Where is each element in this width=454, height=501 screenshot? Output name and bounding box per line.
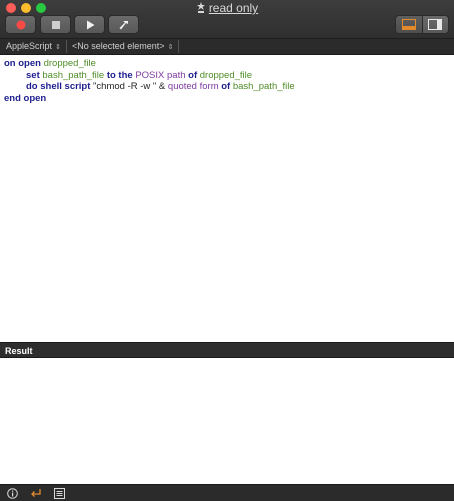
language-popup[interactable]: AppleScript ⇕ bbox=[6, 40, 61, 53]
code-line: end open bbox=[4, 92, 47, 104]
navbar-divider bbox=[66, 40, 67, 53]
bottom-pane-view-icon bbox=[401, 19, 416, 30]
compile-button[interactable] bbox=[108, 15, 139, 34]
element-label: <No selected element> bbox=[72, 41, 165, 51]
hammer-icon bbox=[119, 20, 128, 29]
result-pane[interactable] bbox=[0, 358, 454, 484]
navbar-divider bbox=[178, 40, 179, 53]
window-toolbar: read only bbox=[0, 0, 454, 39]
language-label: AppleScript bbox=[6, 41, 53, 51]
stop-button[interactable] bbox=[40, 15, 71, 34]
return-arrow-icon bbox=[31, 488, 41, 497]
view-mode-toggle[interactable] bbox=[395, 15, 449, 34]
info-icon bbox=[6, 487, 18, 499]
element-popup[interactable]: <No selected element> ⇕ bbox=[72, 40, 173, 53]
record-button[interactable] bbox=[5, 15, 36, 34]
play-icon bbox=[86, 20, 94, 29]
script-document-icon bbox=[196, 2, 206, 16]
chevron-updown-icon: ⇕ bbox=[167, 44, 174, 51]
window-title-text: read only bbox=[208, 1, 259, 15]
event-log-button[interactable] bbox=[53, 487, 65, 499]
bottom-bar bbox=[0, 484, 454, 501]
side-pane-view-icon bbox=[428, 19, 443, 30]
run-button[interactable] bbox=[74, 15, 105, 34]
replies-button[interactable] bbox=[30, 487, 42, 499]
description-button[interactable] bbox=[6, 487, 18, 499]
stop-icon bbox=[51, 20, 60, 29]
window-title: read only bbox=[0, 1, 454, 16]
code-line: on open dropped_file bbox=[4, 58, 96, 69]
bottom-pane-view-button[interactable] bbox=[396, 16, 422, 33]
chevron-updown-icon: ⇕ bbox=[55, 44, 61, 51]
side-pane-view-button[interactable] bbox=[421, 16, 448, 33]
script-editor[interactable]: on open dropped_file set bash_path_file … bbox=[0, 55, 454, 342]
code-line: do shell script "chmod -R -w " & quoted … bbox=[26, 81, 295, 92]
navigation-bar: AppleScript ⇕ <No selected element> ⇕ bbox=[0, 39, 454, 55]
record-icon bbox=[16, 20, 25, 29]
result-header: Result bbox=[0, 342, 454, 358]
list-icon bbox=[53, 487, 65, 499]
code-line: set bash_path_file to the POSIX path of … bbox=[26, 69, 253, 81]
